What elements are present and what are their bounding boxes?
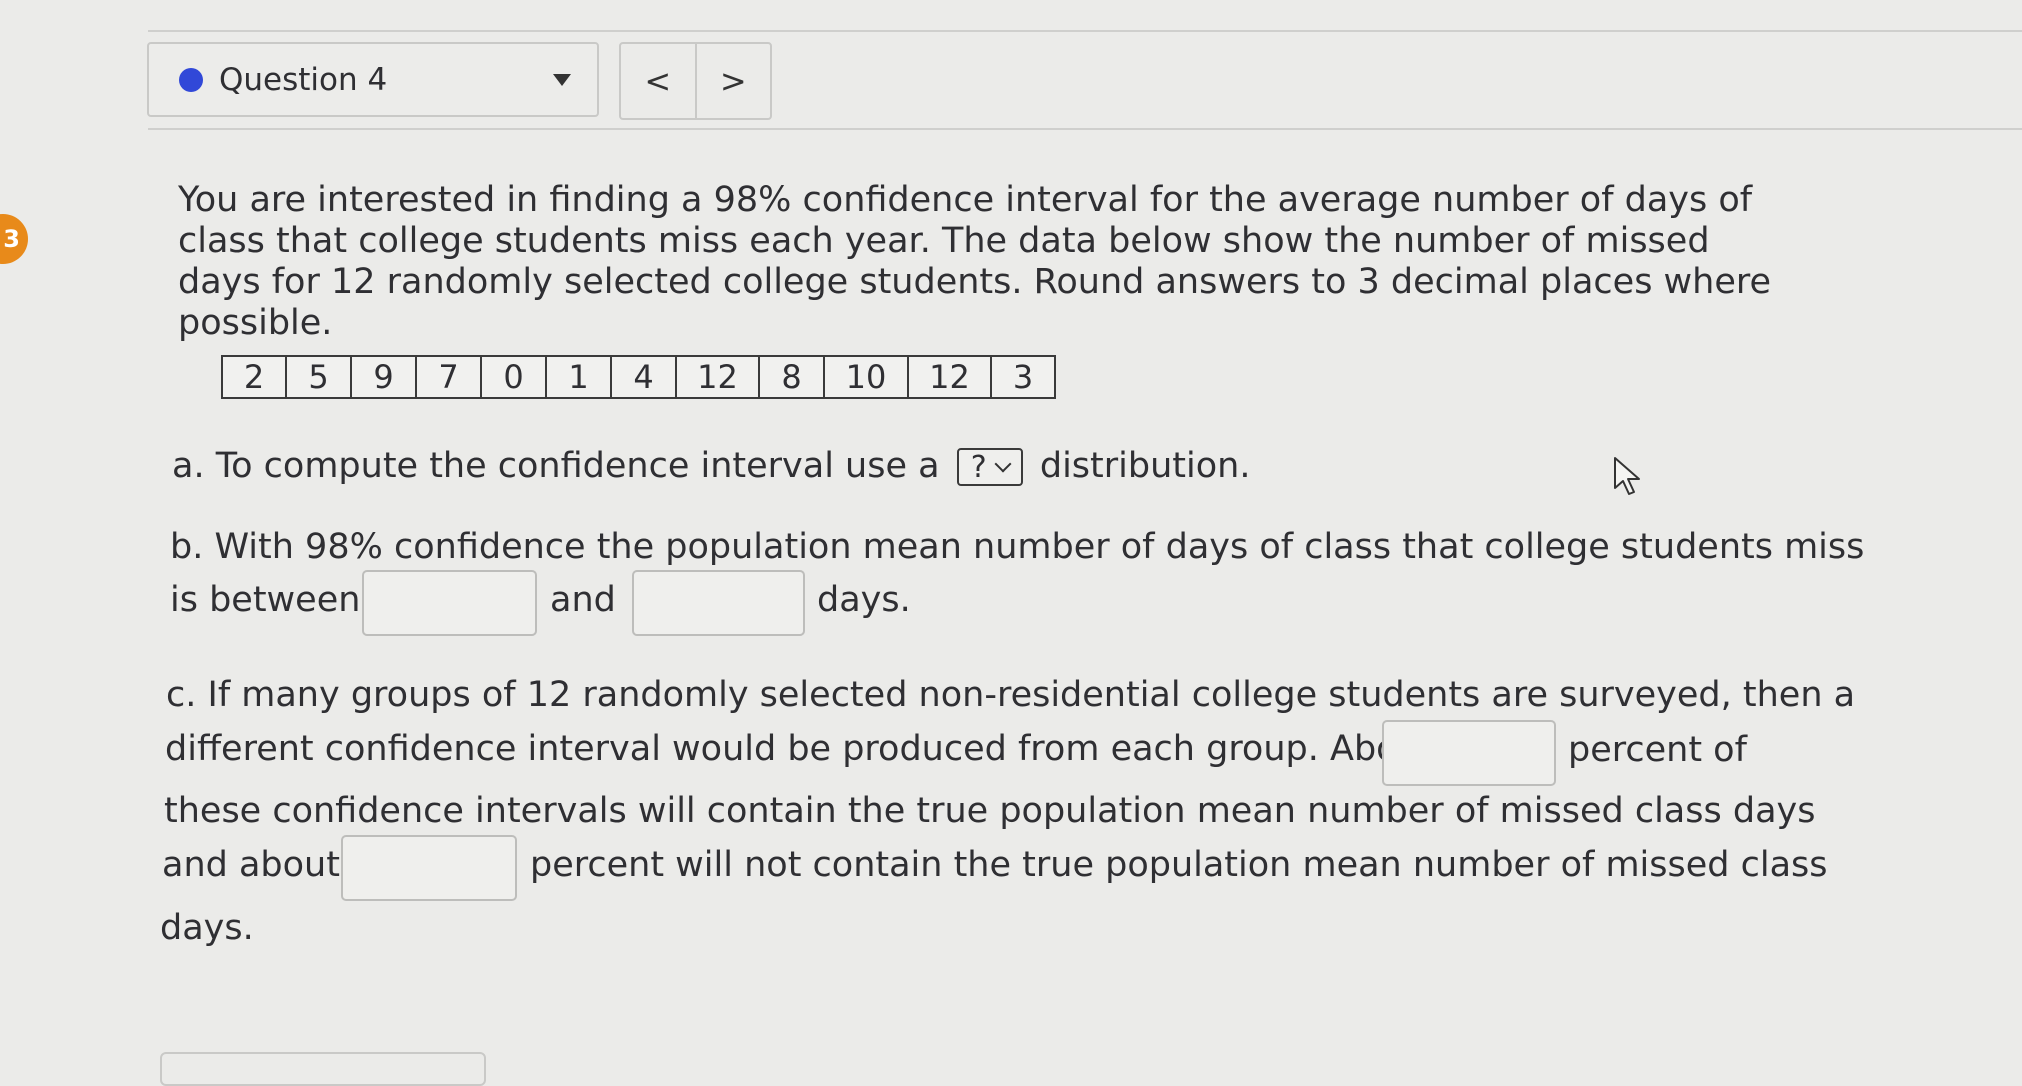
bottom-button-partial[interactable]: [160, 1052, 486, 1086]
data-table: 2 5 9 7 0 1 4 12 8 10 12 3: [221, 355, 1056, 399]
side-badge: 3: [0, 214, 28, 264]
data-cell: 10: [823, 355, 909, 399]
data-cell: 12: [907, 355, 992, 399]
distribution-select-value: ?: [970, 449, 987, 485]
data-cell: 7: [415, 355, 482, 399]
distribution-select[interactable]: ?: [956, 448, 1023, 486]
next-question-button[interactable]: >: [694, 44, 771, 118]
data-cell: 2: [221, 355, 287, 399]
part-b-prefix: is between: [170, 580, 361, 620]
toolbar-divider: [148, 128, 2022, 130]
lower-bound-input[interactable]: [362, 570, 537, 636]
data-cell: 12: [675, 355, 760, 399]
part-a: a. To compute the confidence interval us…: [172, 446, 1250, 486]
part-c-line3: these confidence intervals will contain …: [164, 791, 1816, 831]
data-cell: 0: [480, 355, 547, 399]
data-cell: 5: [285, 355, 352, 399]
part-c-line4-suffix: percent will not contain the true popula…: [530, 845, 1828, 885]
prev-question-button[interactable]: <: [621, 44, 695, 118]
top-divider: [148, 30, 2022, 32]
percent-not-contain-input[interactable]: [341, 835, 517, 901]
data-cell: 3: [990, 355, 1056, 399]
part-a-prefix: a. To compute the confidence interval us…: [172, 446, 940, 486]
data-cell: 8: [758, 355, 825, 399]
part-b-suffix: days.: [817, 580, 911, 620]
part-c-line2-prefix: different confidence interval would be p…: [165, 729, 1434, 769]
question-status-dot: [179, 67, 203, 92]
part-b-line1: b. With 98% confidence the population me…: [170, 527, 1865, 567]
part-c-line1: c. If many groups of 12 randomly selecte…: [166, 675, 1856, 715]
data-cell: 1: [545, 355, 612, 399]
question-selector-label: Question 4: [219, 61, 388, 98]
part-c-line4-prefix: and about: [162, 845, 340, 885]
percent-contain-input[interactable]: [1382, 720, 1556, 786]
part-b-middle: and: [550, 580, 616, 620]
part-c-line2-suffix: percent of: [1568, 730, 1747, 770]
data-cell: 4: [610, 355, 677, 399]
chevron-down-icon: [994, 455, 1012, 473]
upper-bound-input[interactable]: [632, 570, 805, 636]
data-cell: 9: [350, 355, 417, 399]
part-a-suffix: distribution.: [1039, 446, 1251, 486]
question-selector[interactable]: Question 4: [147, 42, 599, 117]
question-prompt: You are interested in finding a 98% conf…: [178, 180, 1772, 343]
table-row: 2 5 9 7 0 1 4 12 8 10 12 3: [221, 355, 1056, 399]
part-c-line5: days.: [160, 908, 254, 948]
caret-down-icon: [553, 73, 571, 86]
mouse-cursor-icon: [1614, 457, 1640, 495]
question-nav: < >: [619, 42, 772, 120]
